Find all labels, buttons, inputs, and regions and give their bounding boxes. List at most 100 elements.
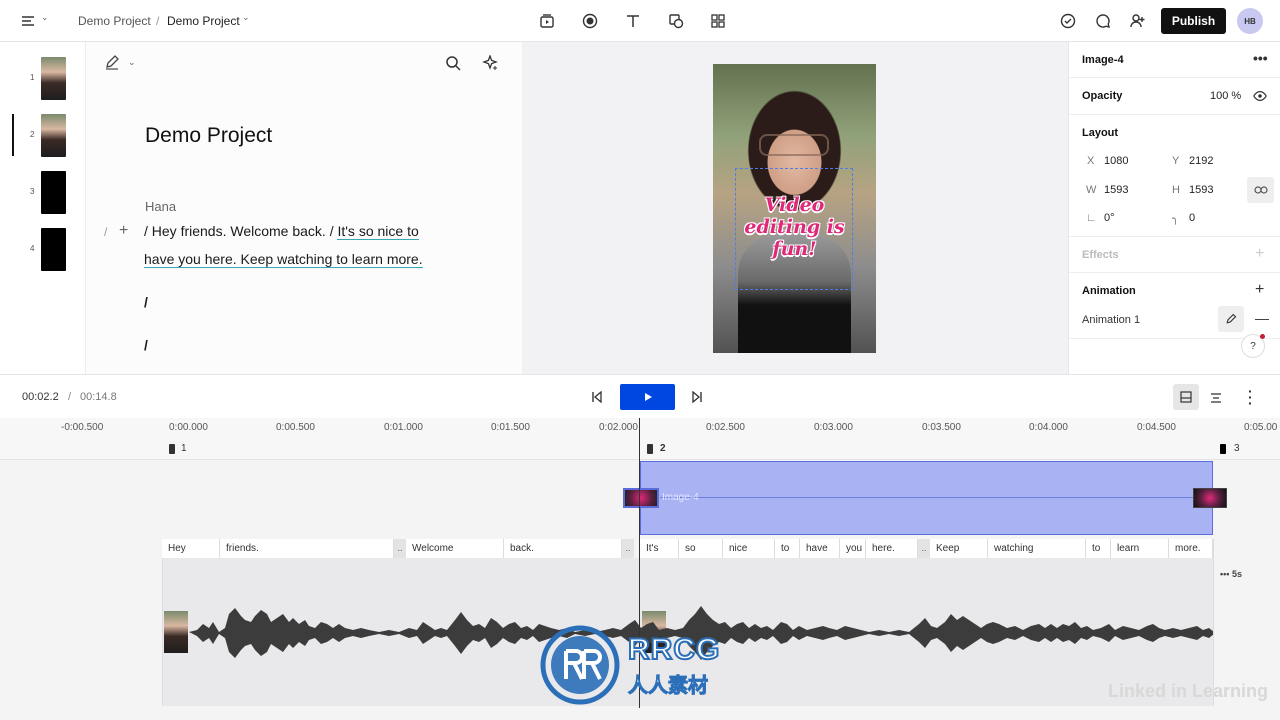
scene-label[interactable]: 3 (1234, 443, 1240, 454)
watermark-sub: 人人素材 (628, 675, 709, 698)
scene-thumbnail-3[interactable] (41, 171, 66, 214)
publish-button[interactable]: Publish (1161, 8, 1226, 34)
tick-label: 0:05.00 (1244, 422, 1278, 433)
skip-forward-icon[interactable] (691, 390, 703, 408)
grid-icon[interactable] (706, 9, 730, 33)
scene-marker-icon (1220, 444, 1226, 454)
script-line[interactable]: / Hey friends. Welcome back. / It's so n… (144, 223, 419, 240)
record-icon[interactable] (578, 9, 602, 33)
y-field[interactable]: 2192 (1189, 155, 1213, 167)
script-line-highlight[interactable]: have you here. Keep watching to learn mo… (144, 251, 423, 268)
word-chip[interactable]: It's (640, 539, 679, 558)
script-text-highlight: It's so nice to (337, 223, 419, 240)
speaker-name[interactable]: Hana (145, 199, 176, 214)
corner-radius-field[interactable]: 0 (1189, 212, 1195, 224)
scene-break[interactable]: / (144, 337, 148, 353)
scene-label[interactable]: 2 (660, 443, 666, 454)
clip-start-handle[interactable] (623, 488, 659, 508)
time-ruler[interactable]: -0:00.500 0:00.000 0:00.500 0:01.000 0:0… (0, 418, 1280, 438)
chevron-down-icon[interactable]: ⌄ (128, 57, 136, 68)
add-user-icon[interactable] (1126, 9, 1150, 33)
scene-number: 3 (30, 187, 35, 196)
word-chip[interactable]: you (840, 539, 866, 558)
chevron-down-icon[interactable]: ⌄ (242, 12, 250, 23)
tick-label: 0:03.000 (814, 422, 853, 433)
gap-chip[interactable]: .. (918, 539, 930, 558)
properties-panel: Image-4 ••• Opacity 100 % Layout X 1080 … (1068, 42, 1280, 374)
selection-box[interactable] (735, 168, 853, 290)
corner-radius-icon: ╮ (1172, 213, 1179, 225)
scene-thumbnail-1[interactable] (41, 57, 66, 100)
play-button[interactable] (620, 384, 675, 410)
remove-animation-icon[interactable]: — (1255, 310, 1269, 326)
page-title: Demo Project (145, 124, 273, 147)
h-field[interactable]: 1593 (1189, 184, 1213, 196)
tick-label: 0:00.500 (276, 422, 315, 433)
align-icon[interactable] (1210, 391, 1222, 409)
sparkle-icon[interactable] (482, 54, 498, 76)
word-chip[interactable]: Hey (162, 539, 220, 558)
x-field[interactable]: 1080 (1104, 155, 1128, 167)
skip-back-icon[interactable] (591, 390, 603, 408)
breadcrumb-root[interactable]: Demo Project (78, 14, 151, 28)
animation-item[interactable]: Animation 1 (1082, 314, 1140, 326)
word-chip[interactable]: here. (866, 539, 918, 558)
scene-thumbnail-2[interactable] (41, 114, 66, 157)
breadcrumb-current[interactable]: Demo Project (167, 14, 240, 28)
tick-label: 0:01.000 (384, 422, 423, 433)
gutter-slash[interactable]: / (104, 225, 107, 239)
word-chip[interactable]: watching (988, 539, 1086, 558)
add-line-icon[interactable]: + (119, 222, 128, 240)
word-chip[interactable]: more. (1169, 539, 1213, 558)
scene-number: 2 (30, 130, 35, 139)
media-icon[interactable] (535, 9, 559, 33)
top-bar: ⌄ Demo Project / Demo Project ⌄ Publish … (0, 0, 1280, 42)
pen-icon[interactable] (104, 54, 120, 75)
word-chip[interactable]: friends. (220, 539, 394, 558)
avatar[interactable]: HB (1237, 8, 1263, 34)
text-icon[interactable] (621, 9, 645, 33)
comment-icon[interactable] (1091, 9, 1115, 33)
opacity-label: Opacity (1082, 90, 1123, 102)
word-chip[interactable]: to (775, 539, 800, 558)
word-chip[interactable]: nice (723, 539, 775, 558)
gap-chip[interactable]: .. (394, 539, 406, 558)
scene-thumbnail-4[interactable] (41, 228, 66, 271)
x-label: X (1087, 155, 1095, 167)
scene-break[interactable]: / (144, 294, 148, 310)
word-chip[interactable]: back. (504, 539, 622, 558)
edit-icon[interactable] (1218, 306, 1244, 332)
w-label: W (1086, 184, 1097, 196)
search-icon[interactable] (445, 55, 461, 76)
script-text: / Hey friends. Welcome back. / (144, 223, 334, 239)
layout-view-icon[interactable] (1173, 384, 1199, 410)
menu-icon[interactable] (16, 9, 40, 33)
clip-end-handle[interactable] (1193, 488, 1227, 508)
opacity-value[interactable]: 100 % (1210, 90, 1241, 102)
more-vertical-icon[interactable]: · · · (1248, 384, 1253, 410)
link-icon[interactable] (1247, 177, 1274, 203)
add-effect-icon[interactable]: + (1255, 245, 1264, 263)
word-chip[interactable]: Welcome (406, 539, 504, 558)
tick-label: -0:00.500 (61, 422, 104, 433)
shapes-icon[interactable] (664, 9, 688, 33)
word-chip[interactable]: have (800, 539, 840, 558)
eye-icon[interactable] (1253, 89, 1267, 108)
check-circle-icon[interactable] (1056, 9, 1080, 33)
notification-dot (1260, 334, 1265, 339)
word-chip[interactable]: so (679, 539, 723, 558)
word-chip[interactable]: to (1086, 539, 1111, 558)
w-field[interactable]: 1593 (1104, 184, 1128, 196)
word-chip[interactable]: Keep (930, 539, 988, 558)
gap-chip[interactable]: .. (622, 539, 634, 558)
rotation-field[interactable]: 0° (1104, 212, 1115, 224)
more-duration[interactable]: ••• 5s (1220, 569, 1242, 579)
word-chip[interactable]: learn (1111, 539, 1169, 558)
script-editor[interactable]: ⌄ Demo Project Hana / + / Hey friends. W… (86, 42, 522, 374)
add-animation-icon[interactable]: + (1255, 281, 1264, 299)
tick-label: 0:03.500 (922, 422, 961, 433)
more-icon[interactable]: ••• (1253, 50, 1268, 66)
image-clip[interactable] (640, 461, 1213, 535)
scene-label[interactable]: 1 (181, 443, 187, 454)
chevron-down-icon[interactable]: ⌄ (41, 12, 49, 23)
